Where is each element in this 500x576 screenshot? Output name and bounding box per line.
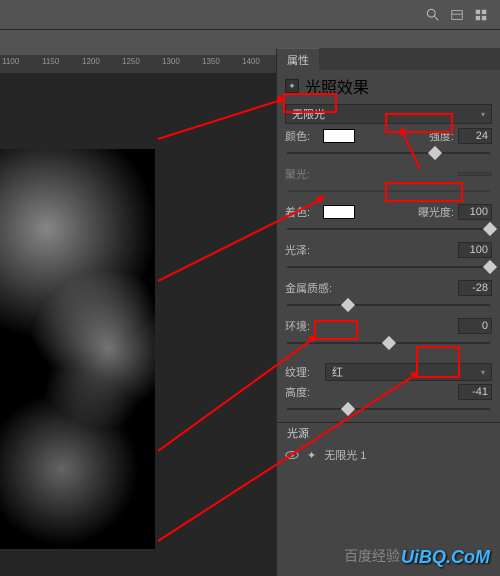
visibility-icon[interactable] (285, 450, 299, 460)
properties-panel: 属性 ✦ 光照效果 无限光 ▾ 颜色: 强度: 24 聚光: 着色: 曝光度: … (276, 48, 500, 576)
watermark-secondary: 百度经验 (344, 546, 400, 566)
intensity-value[interactable]: 24 (458, 128, 492, 144)
gloss-slider[interactable] (287, 262, 490, 272)
horizontal-ruler: 1100 1150 1200 1250 1300 1350 1400 (0, 55, 276, 73)
light-type-dropdown[interactable]: 无限光 ▾ (285, 104, 492, 124)
height-value[interactable]: -41 (458, 384, 492, 400)
tab-properties[interactable]: 属性 (277, 48, 319, 71)
ambient-value[interactable]: 0 (458, 318, 492, 334)
tint-row: 着色: 曝光度: 100 (277, 202, 500, 222)
color-swatch[interactable] (323, 129, 355, 143)
search-icon[interactable] (426, 8, 440, 22)
light-item-icon: ✦ (307, 449, 316, 462)
filter-header: ✦ 光照效果 (277, 70, 500, 102)
metallic-value[interactable]: -28 (458, 280, 492, 296)
grid-icon[interactable] (474, 8, 488, 22)
focus-value (458, 172, 492, 176)
focus-row: 聚光: (277, 164, 500, 184)
tint-label: 着色: (285, 204, 323, 220)
tint-swatch[interactable] (323, 205, 355, 219)
canvas-preview[interactable] (0, 149, 155, 549)
color-row: 颜色: 强度: 24 (277, 126, 500, 146)
exposure-value[interactable]: 100 (458, 204, 492, 220)
height-slider[interactable] (287, 404, 490, 414)
gloss-label: 光泽: (285, 242, 310, 258)
metallic-label: 金属质感: (285, 280, 332, 296)
height-row: 高度: -41 (277, 382, 500, 402)
light-type-value: 无限光 (292, 106, 325, 122)
ambient-label: 环境: (285, 318, 310, 334)
intensity-label: 强度: (429, 128, 454, 144)
texture-value: 红 (332, 364, 343, 380)
lights-subpanel: 光源 ✦ 无限光 1 (277, 422, 500, 467)
light-list-item[interactable]: ✦ 无限光 1 (277, 443, 500, 467)
chevron-down-icon: ▾ (481, 368, 485, 377)
panel-tabs: 属性 (277, 48, 500, 70)
ambient-row: 环境: 0 (277, 316, 500, 336)
top-toolbar (0, 0, 500, 30)
tab-lights[interactable]: 光源 (277, 423, 319, 443)
exposure-slider[interactable] (287, 224, 490, 234)
height-label: 高度: (285, 384, 310, 400)
color-label: 颜色: (285, 128, 323, 144)
metallic-slider[interactable] (287, 300, 490, 310)
lighting-icon: ✦ (285, 79, 299, 93)
texture-row: 纹理: 红 ▾ (277, 362, 500, 382)
light-item-name: 无限光 1 (324, 447, 366, 463)
filter-name: 光照效果 (305, 74, 369, 98)
texture-label: 纹理: (285, 364, 323, 380)
chevron-down-icon: ▾ (481, 110, 485, 119)
focus-label: 聚光: (285, 166, 323, 182)
exposure-label: 曝光度: (418, 204, 454, 220)
canvas-area[interactable] (0, 73, 276, 576)
watermark-main: UiBQ.CoM (401, 547, 490, 568)
metallic-row: 金属质感: -28 (277, 278, 500, 298)
view-icon[interactable] (450, 8, 464, 22)
gloss-row: 光泽: 100 (277, 240, 500, 260)
intensity-slider[interactable] (287, 148, 490, 158)
gloss-value[interactable]: 100 (458, 242, 492, 258)
